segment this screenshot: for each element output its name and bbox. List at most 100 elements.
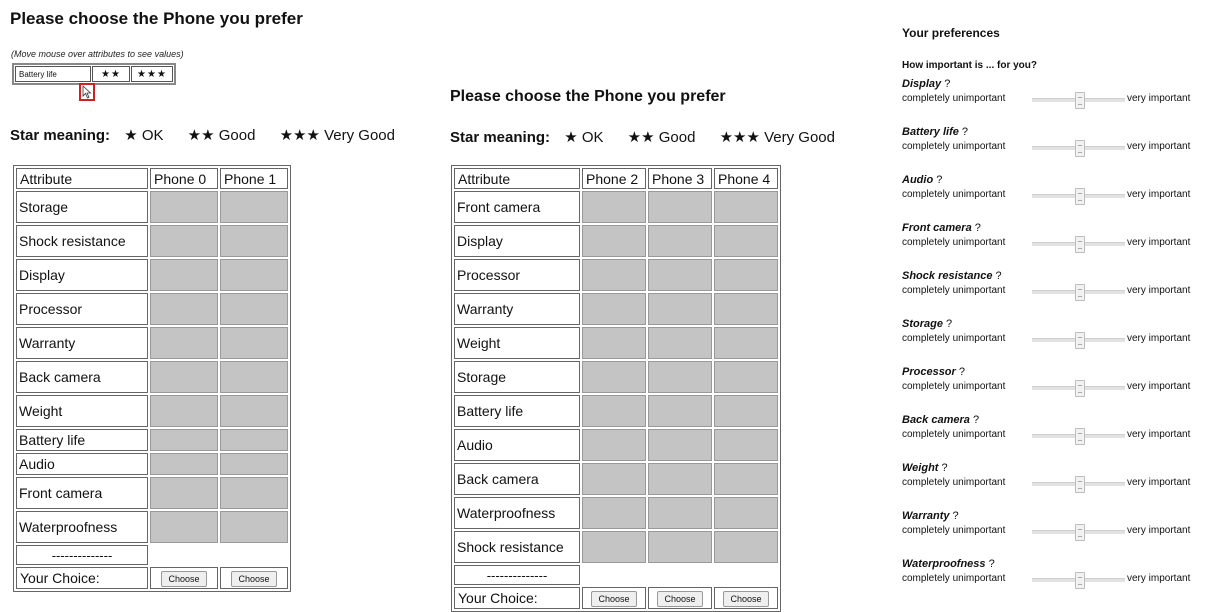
slider-thumb[interactable] [1074, 428, 1085, 445]
importance-slider[interactable] [1032, 428, 1125, 445]
column-header-phone-1: Phone 1 [220, 168, 288, 189]
hidden-value-cell [150, 453, 218, 475]
attribute-cell[interactable]: Battery life [16, 429, 148, 451]
choose-button-phone-0[interactable]: Choose [161, 571, 207, 587]
column-header-phone-2: Phone 2 [582, 168, 646, 189]
low-importance-label: completely unimportant [902, 525, 1006, 536]
hidden-value-cell [220, 327, 288, 359]
preference-list: Display ? completely unimportant very impo… [902, 78, 1205, 606]
hidden-value-cell [150, 429, 218, 451]
attribute-cell[interactable]: Storage [454, 361, 580, 393]
question-mark: ? [955, 366, 965, 378]
hover-attr-name: Battery life [15, 66, 91, 82]
preference-attribute: Weight [902, 462, 939, 474]
table-row: Processor [454, 259, 778, 291]
hidden-value-cell [150, 293, 218, 325]
importance-slider[interactable] [1032, 140, 1125, 157]
preference-name: Display ? [902, 78, 1205, 90]
importance-slider[interactable] [1032, 92, 1125, 109]
low-importance-label: completely unimportant [902, 429, 1006, 440]
attribute-cell[interactable]: Back camera [16, 361, 148, 393]
table-row: Waterproofness [16, 511, 288, 543]
choose-button-phone-1[interactable]: Choose [231, 571, 277, 587]
table-row: Weight [16, 395, 288, 427]
slider-thumb[interactable] [1074, 476, 1085, 493]
preferences-heading: Your preferences [902, 26, 1000, 40]
table-row: Warranty [16, 327, 288, 359]
attribute-cell[interactable]: Display [454, 225, 580, 257]
hidden-value-cell [150, 477, 218, 509]
slider-thumb[interactable] [1074, 236, 1085, 253]
slider-thumb[interactable] [1074, 140, 1085, 157]
attribute-cell[interactable]: Weight [16, 395, 148, 427]
hidden-value-cell [150, 395, 218, 427]
attribute-cell[interactable]: Weight [454, 327, 580, 359]
attribute-cell[interactable]: Processor [16, 293, 148, 325]
importance-slider[interactable] [1032, 572, 1125, 589]
importance-row: completely unimportant very important [902, 284, 1205, 301]
preference-attribute: Processor [902, 366, 956, 378]
preference-name: Audio ? [902, 174, 1205, 186]
slider-thumb[interactable] [1074, 188, 1085, 205]
attribute-cell[interactable]: Front camera [454, 191, 580, 223]
slider-thumb[interactable] [1074, 572, 1085, 589]
low-importance-label: completely unimportant [902, 381, 1006, 392]
choose-button-cell: Choose [150, 567, 218, 589]
preference-item: Shock resistance ? completely unimportant… [902, 270, 1205, 318]
attribute-cell[interactable]: Audio [454, 429, 580, 461]
hidden-value-cell [220, 453, 288, 475]
attribute-cell[interactable]: Shock resistance [16, 225, 148, 257]
table-row: Back camera [454, 463, 778, 495]
attribute-cell[interactable]: Warranty [16, 327, 148, 359]
slider-thumb[interactable] [1074, 380, 1085, 397]
choose-button-phone-2[interactable]: Choose [591, 591, 637, 607]
separator-row: -------------- [454, 565, 778, 585]
hover-hint: (Move mouse over attributes to see value… [11, 49, 184, 59]
hidden-value-cell [582, 429, 646, 461]
attribute-cell[interactable]: Battery life [454, 395, 580, 427]
attribute-cell[interactable]: Display [16, 259, 148, 291]
attribute-cell[interactable]: Processor [454, 259, 580, 291]
empty-cell [714, 565, 778, 585]
importance-slider[interactable] [1032, 332, 1125, 349]
attribute-cell[interactable]: Waterproofness [454, 497, 580, 529]
low-importance-label: completely unimportant [902, 237, 1006, 248]
attribute-cell[interactable]: Shock resistance [454, 531, 580, 563]
preference-item: Warranty ? completely unimportant very imp… [902, 510, 1205, 558]
importance-slider[interactable] [1032, 188, 1125, 205]
preference-attribute: Warranty [902, 510, 950, 522]
hidden-value-cell [220, 511, 288, 543]
hidden-value-cell [714, 259, 778, 291]
table-row: Audio [16, 453, 288, 475]
attribute-cell[interactable]: Back camera [454, 463, 580, 495]
slider-thumb[interactable] [1074, 332, 1085, 349]
attribute-cell[interactable]: Warranty [454, 293, 580, 325]
attribute-cell[interactable]: Storage [16, 191, 148, 223]
table-row: Warranty [454, 293, 778, 325]
hidden-value-cell [714, 327, 778, 359]
importance-slider[interactable] [1032, 284, 1125, 301]
slider-thumb[interactable] [1074, 284, 1085, 301]
importance-row: completely unimportant very important [902, 140, 1205, 157]
hidden-value-cell [714, 361, 778, 393]
hidden-value-cell [714, 293, 778, 325]
question-mark: ? [971, 222, 981, 234]
choose-button-phone-3[interactable]: Choose [657, 591, 703, 607]
preference-item: Waterproofness ? completely unimportant ve… [902, 558, 1205, 606]
hidden-value-cell [220, 361, 288, 393]
slider-thumb[interactable] [1074, 524, 1085, 541]
hidden-value-cell [582, 395, 646, 427]
importance-slider[interactable] [1032, 236, 1125, 253]
choose-button-phone-4[interactable]: Choose [723, 591, 769, 607]
hidden-value-cell [582, 225, 646, 257]
importance-slider[interactable] [1032, 476, 1125, 493]
importance-slider[interactable] [1032, 524, 1125, 541]
low-importance-label: completely unimportant [902, 93, 1006, 104]
attribute-cell[interactable]: Front camera [16, 477, 148, 509]
star-meaning-ok: ★ OK [124, 127, 164, 144]
slider-thumb[interactable] [1074, 92, 1085, 109]
attribute-cell[interactable]: Audio [16, 453, 148, 475]
importance-slider[interactable] [1032, 380, 1125, 397]
attribute-cell[interactable]: Waterproofness [16, 511, 148, 543]
hidden-value-cell [220, 225, 288, 257]
